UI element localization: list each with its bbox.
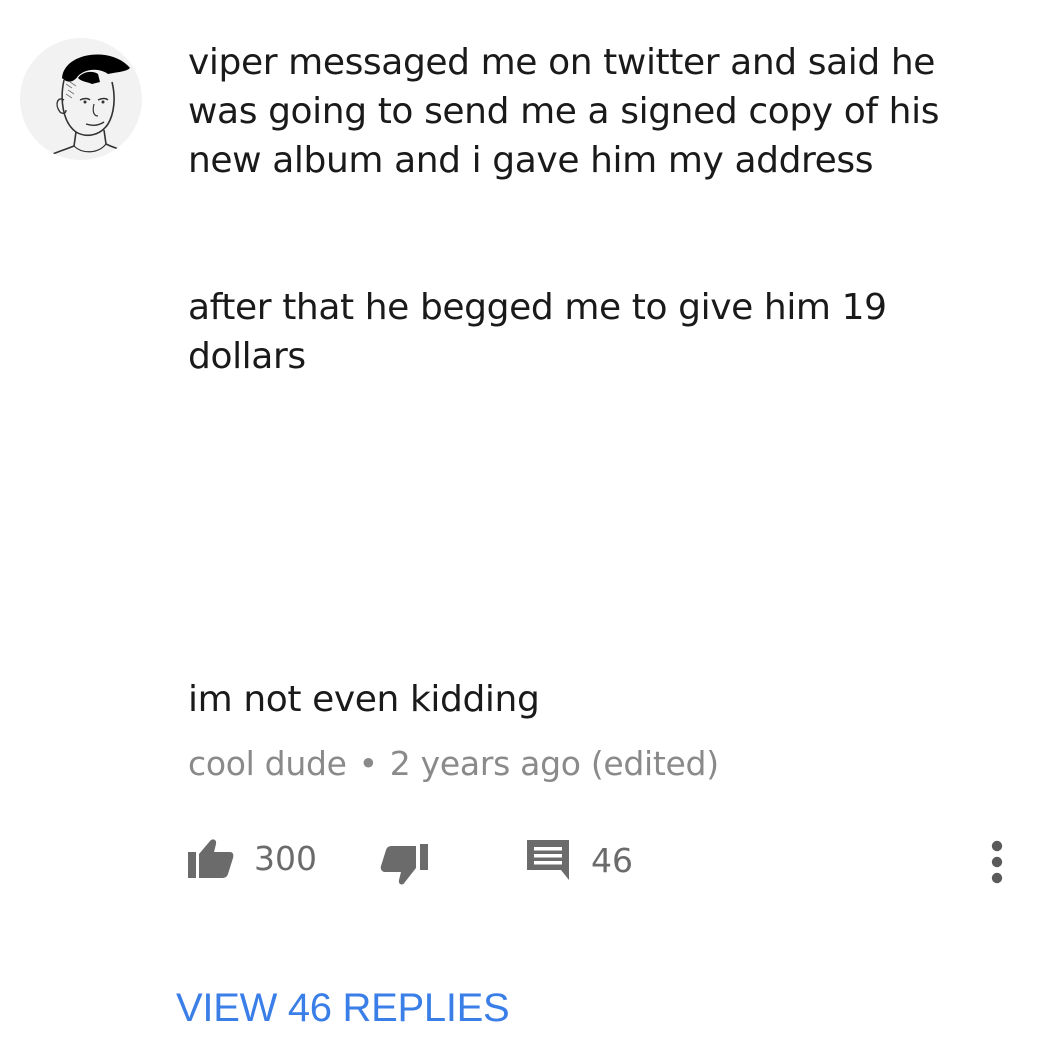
reply-count: 46: [591, 840, 633, 880]
like-count: 300: [254, 838, 317, 878]
comment-paragraph: im not even kidding: [188, 679, 540, 720]
dislike-button[interactable]: [380, 844, 428, 888]
view-replies-link[interactable]: VIEW 46 REPLIES: [176, 986, 510, 1031]
author-name[interactable]: cool dude: [188, 744, 347, 783]
comment-meta: cool dude • 2 years ago (edited): [188, 744, 719, 783]
thumbs-down-icon: [380, 844, 428, 885]
like-button[interactable]: 300: [188, 838, 317, 878]
more-options-button[interactable]: [984, 838, 1010, 886]
more-vertical-icon: [991, 840, 1003, 884]
thumbs-up-icon: [188, 839, 234, 878]
comment-paragraph: viper messaged me on twitter and said he…: [188, 42, 940, 181]
comment-icon: [527, 840, 569, 880]
meta-separator: •: [358, 744, 378, 783]
comment-actions: 300 46: [0, 830, 1039, 894]
comment-paragraph: after that he begged me to give him 19 d…: [188, 287, 887, 377]
avatar[interactable]: [20, 38, 142, 160]
wojak-avatar-icon: [39, 54, 133, 160]
comment-timestamp: 2 years ago (edited): [389, 744, 719, 783]
reply-button[interactable]: 46: [527, 838, 633, 882]
